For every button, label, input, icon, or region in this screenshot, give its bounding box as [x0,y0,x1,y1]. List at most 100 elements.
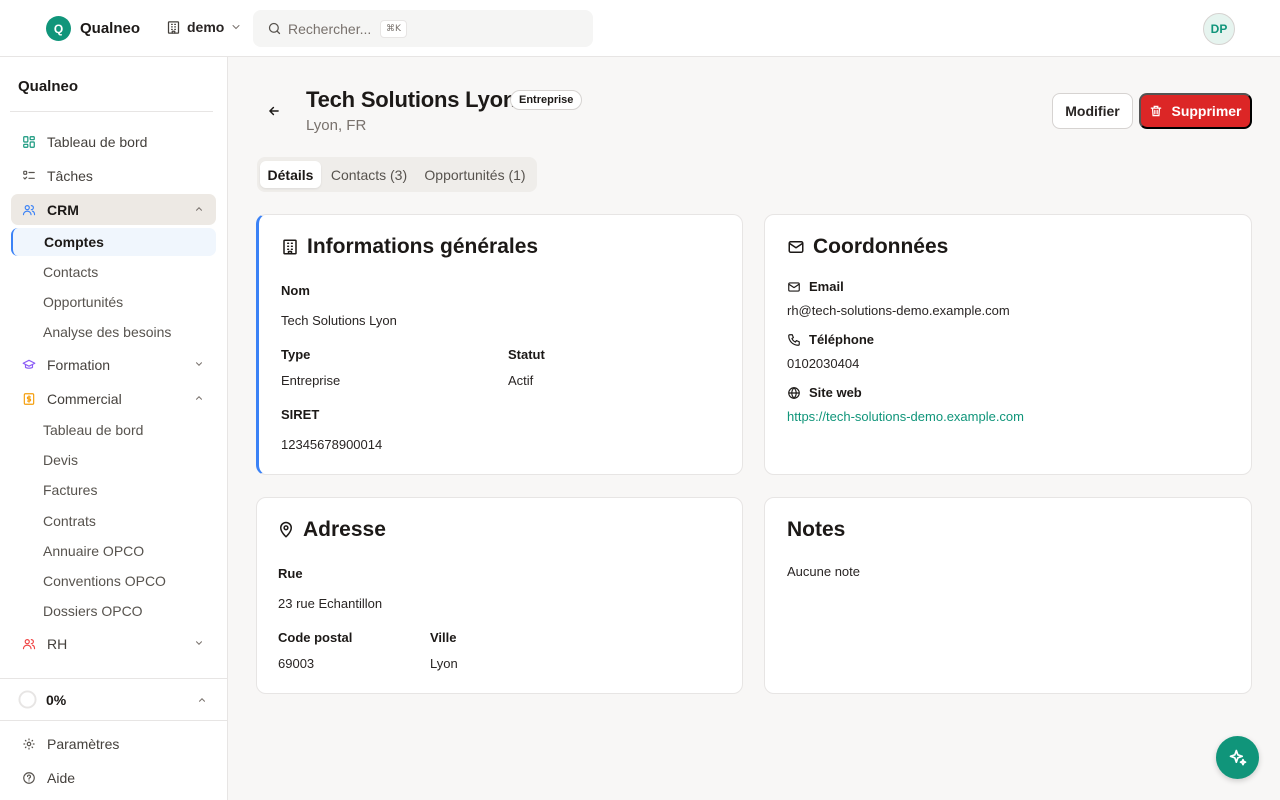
siret-value: 12345678900014 [281,437,383,452]
dashboard-icon [23,135,35,148]
chevron-down-icon [195,362,203,366]
building-icon [167,20,180,34]
sparkles-icon [1229,749,1246,765]
sidebar-subitem-analyse[interactable]: Analyse des besoins [11,318,216,346]
chevron-down-icon [195,641,203,645]
address-title: Adresse [277,518,386,542]
sidebar-subitem-tableau-commercial[interactable]: Tableau de bord [11,416,216,444]
tab-bar: Détails Contacts (3) Opportunités (1) [257,157,537,192]
siret-label: SIRET [281,407,320,422]
mail-icon [788,281,800,292]
sidebar-subitem-comptes[interactable]: Comptes [11,228,216,256]
search-icon [268,22,281,35]
email-value[interactable]: rh@tech-solutions-demo.example.com [787,303,1010,318]
sidebar-item-label: Tâches [47,167,93,184]
trash-icon [1151,105,1162,117]
notes-card: Notes Aucune note [764,497,1252,694]
sidebar-item-label: CRM [47,201,79,218]
help-icon [23,771,35,784]
sidebar-item-tasks[interactable]: Tâches [11,160,216,191]
onboarding-progress[interactable]: 0% [0,678,227,721]
type-label: Type [281,347,311,362]
general-info-title: Informations générales [281,235,538,259]
chevron-up-icon [198,698,206,702]
sidebar-item-label: Tableau de bord [47,133,148,150]
general-info-card: Informations générales Nom Tech Solution… [256,214,743,475]
users-icon [22,204,36,215]
sidebar-item-commercial[interactable]: Commercial [11,383,216,414]
brand[interactable]: Q Qualneo [46,16,140,41]
progress-ring-icon [18,690,37,709]
sidebar-item-formation[interactable]: Formation [11,349,216,380]
notes-content: Aucune note [787,564,861,579]
sidebar-subitem-devis[interactable]: Devis [11,446,216,474]
user-avatar[interactable]: DP [1203,13,1235,45]
sidebar-subitem-contrats[interactable]: Contrats [11,507,216,535]
address-card: Adresse Rue 23 rue Echantillon Code post… [256,497,743,694]
search-input[interactable] [288,20,378,37]
tab-opportunites[interactable]: Opportunités (1) [417,161,533,188]
building-icon [283,239,297,255]
web-label: Site web [787,385,862,400]
phone-icon [788,333,800,346]
tab-details[interactable]: Détails [260,161,321,188]
dollar-icon [23,392,35,405]
progress-value: 0% [46,692,67,708]
back-button[interactable] [264,101,284,121]
tab-contacts[interactable]: Contacts (3) [325,161,413,188]
tasks-icon [23,170,35,180]
map-pin-icon [279,521,293,538]
page-subtitle: Lyon, FR [306,117,367,134]
sidebar-item-label: Formation [47,356,111,373]
code-postal-label: Code postal [278,630,353,645]
ville-value: Lyon [430,656,458,671]
chevron-up-icon [195,396,203,400]
edit-button[interactable]: Modifier [1052,93,1133,129]
sidebar-subitem-contacts[interactable]: Contacts [11,258,216,286]
page-title: Tech Solutions Lyon [306,87,517,112]
brand-name: Qualneo [80,20,141,37]
phone-value[interactable]: 0102030404 [787,356,859,371]
sidebar-item-label: Commercial [47,390,122,407]
delete-button[interactable]: Supprimer [1139,93,1252,129]
brand-logo: Q [46,16,71,41]
arrow-left-icon [269,106,279,116]
sidebar-item-help[interactable]: Aide [11,762,216,793]
sidebar-title: Qualneo [18,78,79,95]
email-label: Email [787,279,844,294]
statut-label: Statut [508,347,545,362]
sidebar-item-dashboard[interactable]: Tableau de bord [11,126,216,157]
globe-icon [788,386,800,399]
chevron-up-icon [195,207,203,211]
rue-label: Rue [278,566,303,581]
website-link[interactable]: https://tech-solutions-demo.example.com [787,409,1024,424]
top-bar: Q Qualneo demo ⌘K DP [0,0,1280,57]
sidebar: Qualneo Tableau de bord Tâches CRM Compt… [0,57,228,800]
ville-label: Ville [430,630,457,645]
graduation-cap-icon [22,359,36,369]
sidebar-item-crm[interactable]: CRM [11,194,216,225]
code-postal-value: 69003 [278,656,315,671]
rue-value: 23 rue Echantillon [278,596,383,611]
sidebar-divider [10,111,213,112]
sidebar-item-rh[interactable]: RH [11,628,216,659]
gear-icon [23,737,35,750]
workspace-name: demo [187,19,225,35]
sidebar-subitem-dossiers-opco[interactable]: Dossiers OPCO [11,597,216,625]
ai-assistant-button[interactable] [1216,736,1259,779]
contact-title: Coordonnées [787,235,948,259]
delete-button-label: Supprimer [1171,103,1242,119]
search-shortcut: ⌘K [380,19,407,38]
sidebar-subitem-opportunites[interactable]: Opportunités [11,288,216,316]
workspace-switcher[interactable]: demo [166,19,242,35]
mail-icon [788,241,804,253]
contact-card: Coordonnées Email rh@tech-solutions-demo… [764,214,1252,475]
sidebar-subitem-annuaire-opco[interactable]: Annuaire OPCO [11,537,216,565]
nom-value: Tech Solutions Lyon [281,313,397,328]
phone-label: Téléphone [787,332,874,347]
search-bar[interactable]: ⌘K [253,10,593,47]
sidebar-subitem-factures[interactable]: Factures [11,476,216,504]
sidebar-subitem-conventions-opco[interactable]: Conventions OPCO [11,567,216,595]
sidebar-item-settings[interactable]: Paramètres [11,728,216,759]
type-value: Entreprise [281,373,341,388]
